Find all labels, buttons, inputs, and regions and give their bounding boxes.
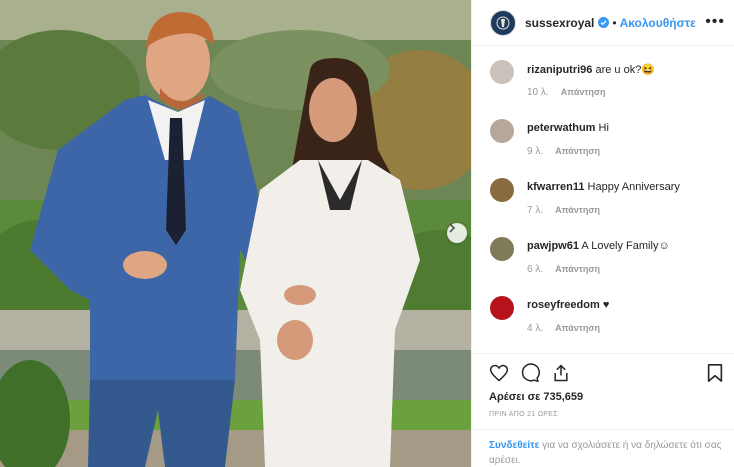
login-prompt-text: Συνδεθείτε για να σχολιάσετε ή να δηλώσε…: [489, 438, 729, 467]
comment-text: pawjpw61 A Lovely Family☺: [527, 240, 670, 252]
post-header: sussexroyal • Ακολουθήστε •••: [472, 0, 734, 46]
comment-icon[interactable]: [520, 363, 540, 383]
separator-dot: •: [612, 15, 617, 30]
comment-avatar[interactable]: [490, 119, 514, 143]
comment-text: roseyfreedom ♥: [527, 299, 609, 311]
share-icon[interactable]: [551, 363, 571, 383]
comment-text: kfwarren11 Happy Anniversary: [527, 181, 680, 193]
comment-age: 4 λ.: [527, 323, 544, 334]
more-horizontal-icon[interactable]: •••: [705, 14, 725, 30]
comment-body: Hi: [598, 122, 609, 134]
comment-meta: 7 λ. Απάντηση: [527, 205, 600, 216]
verified-badge-icon: [598, 17, 610, 28]
comment-body: Happy Anniversary: [587, 181, 680, 193]
likes-count[interactable]: Αρέσει σε 735,659: [489, 391, 583, 403]
reply-button[interactable]: Απάντηση: [561, 87, 606, 97]
comment-avatar[interactable]: [490, 296, 514, 320]
reply-button[interactable]: Απάντηση: [555, 323, 600, 333]
comment-age: 10 λ.: [527, 87, 549, 98]
comment-username[interactable]: pawjpw61: [527, 240, 579, 252]
login-prompt: Συνδεθείτε για να σχολιάσετε ή να δηλώσε…: [472, 429, 734, 467]
comment-body: are u ok?😆: [595, 64, 656, 76]
comment-avatar[interactable]: [490, 237, 514, 261]
avatar[interactable]: [490, 9, 516, 36]
post-photo: [0, 0, 471, 467]
reply-button[interactable]: Απάντηση: [555, 205, 600, 215]
follow-button[interactable]: Ακολουθήστε: [620, 16, 696, 30]
comment-age: 9 λ.: [527, 146, 544, 157]
comment-username[interactable]: roseyfreedom: [527, 299, 600, 311]
comment-avatar[interactable]: [490, 60, 514, 84]
action-bar: [489, 363, 571, 383]
royal-monogram-icon: [496, 16, 510, 29]
comment-text: rizaniputri96 are u ok?😆: [527, 63, 655, 76]
comment-text: peterwathum Hi: [527, 122, 609, 134]
post-username[interactable]: sussexroyal: [525, 16, 594, 30]
comment-username[interactable]: peterwathum: [527, 122, 595, 134]
post-photo-illustration: [0, 0, 471, 467]
heart-icon[interactable]: [489, 363, 509, 383]
comment-meta: 10 λ. Απάντηση: [527, 87, 606, 98]
reply-button[interactable]: Απάντηση: [555, 146, 600, 156]
bookmark-icon[interactable]: [706, 363, 724, 388]
comment-meta: 6 λ. Απάντηση: [527, 264, 600, 275]
login-link[interactable]: Συνδεθείτε: [489, 440, 539, 451]
comment-body: ♥: [602, 299, 610, 311]
comment-body: A Lovely Family☺: [581, 240, 670, 252]
post-side-panel: sussexroyal • Ακολουθήστε ••• rizaniputr…: [471, 0, 734, 467]
comment-age: 7 λ.: [527, 205, 544, 216]
comment-meta: 4 λ. Απάντηση: [527, 323, 600, 334]
comment-avatar[interactable]: [490, 178, 514, 202]
next-photo-button[interactable]: [447, 223, 467, 243]
post-actions-section: Αρέσει σε 735,659 ΠΡΙΝ ΑΠΟ 21 ΩΡΕΣ Συνδε…: [472, 353, 734, 467]
comment-username[interactable]: rizaniputri96: [527, 64, 592, 76]
chevron-right-icon: [449, 223, 456, 233]
comment-username[interactable]: kfwarren11: [527, 181, 584, 193]
reply-button[interactable]: Απάντηση: [555, 264, 600, 274]
comment-age: 6 λ.: [527, 264, 544, 275]
comment-meta: 9 λ. Απάντηση: [527, 146, 600, 157]
post-timestamp: ΠΡΙΝ ΑΠΟ 21 ΩΡΕΣ: [489, 411, 558, 418]
